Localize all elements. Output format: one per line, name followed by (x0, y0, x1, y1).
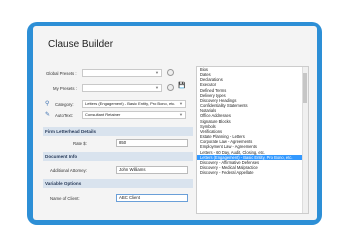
list-items: Bios Dates Declarations Executor Defined Ter… (197, 67, 308, 175)
chevron-down-icon: ▼ (179, 101, 183, 106)
name-of-client-label: Name of Client: (50, 196, 80, 201)
my-presets-dropdown[interactable]: ▼ (82, 84, 162, 92)
clause-builder-window: Clause Builder Global Presets : ▼ My Pre… (33, 26, 317, 220)
autotext-icon: ✎ (45, 112, 51, 118)
chevron-down-icon: ▼ (155, 85, 159, 90)
section-variable-options: Variable Options (43, 179, 193, 188)
autotext-dropdown[interactable]: Consultant Retainer ▼ (82, 111, 186, 119)
category-value: Letters (Engagement) - Basic Entity, Pro… (85, 101, 176, 106)
clause-category-list[interactable]: Bios Dates Declarations Executor Defined Ter… (196, 66, 309, 214)
rate-input[interactable]: 850 (116, 139, 188, 147)
search-icon: ⚲ (45, 101, 50, 107)
apply-my-preset-icon[interactable] (167, 84, 174, 91)
category-label: Category: (55, 102, 74, 107)
scrollbar-thumb[interactable] (303, 73, 307, 103)
list-item[interactable]: Discovery - Federal Appellate (197, 170, 308, 175)
additional-attorney-label: Additional Attorney: (50, 168, 88, 173)
section-firm-letterhead: Firm Letterhead Details (43, 127, 193, 136)
additional-attorney-input[interactable]: John Williams (116, 166, 188, 174)
save-preset-icon[interactable]: 💾 (178, 83, 185, 90)
global-presets-dropdown[interactable]: ▼ (82, 69, 162, 77)
name-of-client-input[interactable]: ABC Client (116, 194, 188, 202)
autotext-value: Consultant Retainer (85, 112, 121, 117)
autotext-label: AutoText: (55, 113, 73, 118)
global-presets-label: Global Presets : (46, 71, 77, 76)
category-dropdown[interactable]: Letters (Engagement) - Basic Entity, Pro… (82, 100, 186, 108)
my-presets-label: My Presets : (53, 86, 77, 91)
list-scrollbar[interactable] (302, 67, 308, 213)
apply-global-preset-icon[interactable] (167, 69, 174, 76)
rate-label: Rate $: (73, 141, 87, 146)
window-title: Clause Builder (48, 39, 114, 50)
section-document-info: Document Info (43, 152, 193, 161)
chevron-down-icon: ▼ (155, 70, 159, 75)
chevron-down-icon: ▼ (179, 112, 183, 117)
